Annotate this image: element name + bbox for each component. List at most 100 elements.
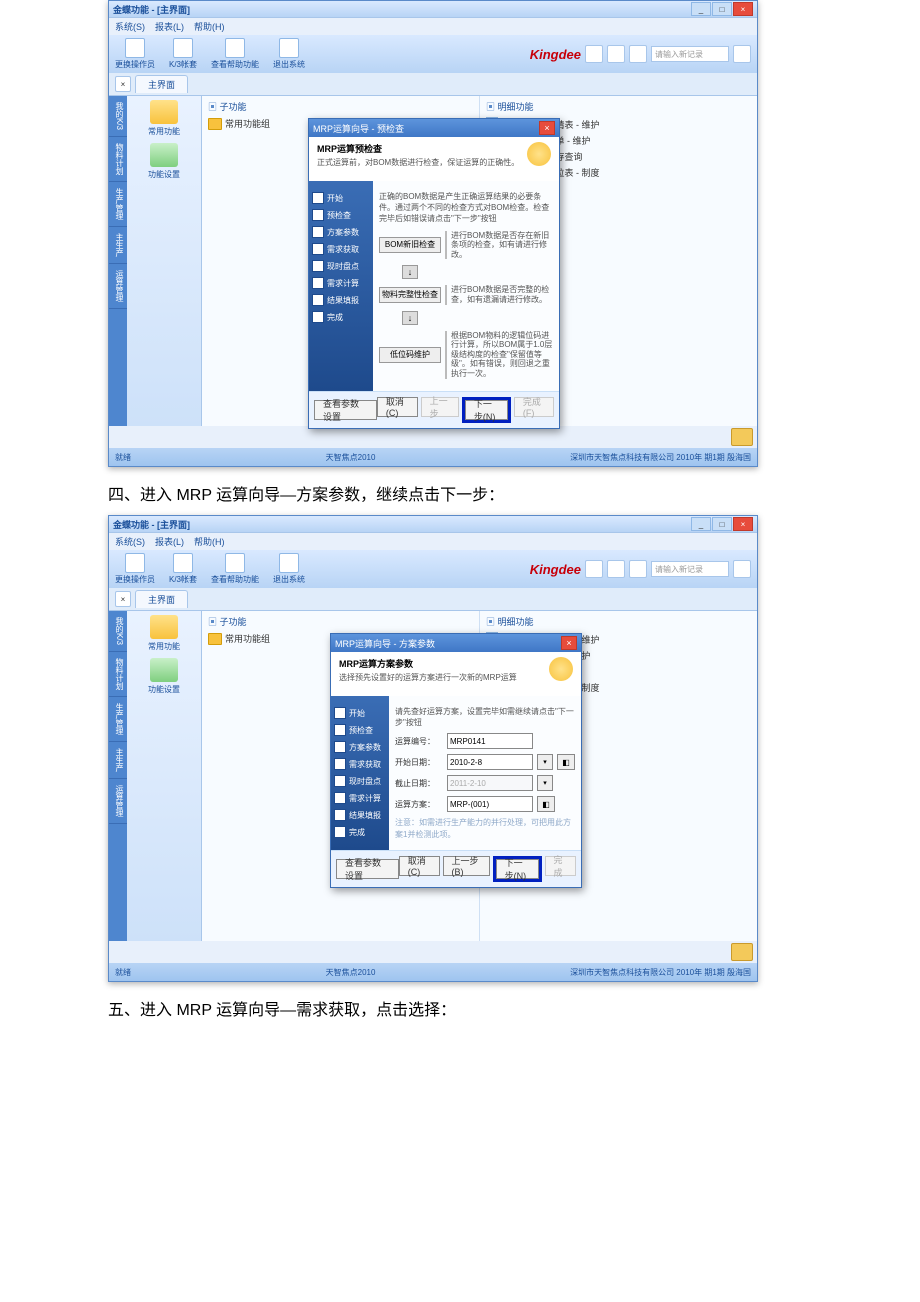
lookup-icon[interactable]: ◧ — [537, 796, 555, 812]
plan-no-label: 运算编号： — [395, 736, 443, 747]
tool-account[interactable]: K/3帐套 — [169, 553, 197, 585]
dlg2-close-icon[interactable]: × — [561, 636, 577, 650]
dlg1-title: MRP运算向导 - 预检查 — [313, 122, 404, 135]
tool-help[interactable]: 查看帮助功能 — [211, 553, 259, 585]
minimize-icon[interactable]: _ — [691, 2, 711, 16]
menu-help[interactable]: 帮助(H) — [194, 535, 225, 548]
status-center: 天智焦点2010 — [326, 967, 376, 978]
chevron-down-icon[interactable]: ▾ — [537, 754, 553, 770]
tool-exit[interactable]: 退出系统 — [273, 38, 305, 70]
brand-logo: Kingdee — [530, 562, 581, 577]
sidetab-calc[interactable]: 运算管理 — [109, 779, 127, 824]
next-button[interactable]: 下一步(N) — [465, 400, 508, 420]
menu-report[interactable]: 报表(L) — [155, 20, 184, 33]
dlg1-close-icon[interactable]: × — [539, 121, 555, 135]
wiz-step: 完成 — [334, 826, 386, 838]
chevron-down-icon[interactable]: ▾ — [537, 775, 553, 791]
go-icon[interactable] — [733, 45, 751, 63]
sidetab-matplan[interactable]: 物料计划 — [109, 137, 127, 182]
leftpanel-settings[interactable]: 功能设置 — [129, 143, 199, 180]
sidetab-prod[interactable]: 生产管理 — [109, 697, 127, 742]
refresh-icon[interactable] — [629, 560, 647, 578]
view-params-button[interactable]: 查看参数设置 — [314, 400, 377, 420]
end-date-input[interactable] — [447, 775, 533, 791]
app-title: 金蝶功能 - [主界面] — [113, 518, 691, 531]
sidetab-myk3[interactable]: 我的K/3 — [109, 611, 127, 652]
tool-switch-user[interactable]: 更换操作员 — [115, 38, 155, 70]
close-icon[interactable]: × — [733, 2, 753, 16]
exit-icon — [279, 38, 299, 58]
plan-no-input[interactable] — [447, 733, 533, 749]
view-params-button[interactable]: 查看参数设置 — [336, 859, 399, 879]
status-left: 就绪 — [115, 967, 131, 978]
leftpanel-common[interactable]: 常用功能 — [129, 100, 199, 137]
dlg2-sub: 选择预先设置好的运算方案进行一次新的MRP运算 — [339, 672, 549, 683]
wiz-step: 预检查 — [334, 724, 386, 736]
prev-button[interactable]: 上一步(B) — [443, 856, 490, 876]
search-input[interactable]: 请输入新记录 — [651, 46, 729, 62]
menu-help[interactable]: 帮助(H) — [194, 20, 225, 33]
col-detail-head: 明细功能 — [486, 100, 751, 113]
printer-icon[interactable] — [731, 428, 753, 446]
col-subfunc-head: 子功能 — [208, 100, 473, 113]
printer-icon[interactable] — [731, 943, 753, 961]
cancel-button[interactable]: 取消(C) — [377, 397, 418, 417]
arrow-down-icon: ↓ — [402, 311, 418, 325]
search-input[interactable]: 请输入新记录 — [651, 561, 729, 577]
refresh-icon[interactable] — [629, 45, 647, 63]
tool-account[interactable]: K/3帐套 — [169, 38, 197, 70]
scheme-input[interactable] — [447, 796, 533, 812]
exit-icon — [279, 553, 299, 573]
sidetab-calc[interactable]: 运算管理 — [109, 264, 127, 309]
tab-main[interactable]: 主界面 — [135, 590, 188, 608]
brand-logo: Kingdee — [530, 47, 581, 62]
prev-button[interactable]: 上一步 — [421, 397, 459, 417]
leftpanel-settings[interactable]: 功能设置 — [129, 658, 199, 695]
sidetab-mps[interactable]: 主生产 — [109, 742, 127, 779]
status-right: 深圳市天智焦点科技有限公司 2010年 期1期 殷海国 — [570, 967, 751, 978]
wiz-step: 需求计算 — [334, 792, 386, 804]
go-icon[interactable] — [733, 560, 751, 578]
tab-main[interactable]: 主界面 — [135, 75, 188, 93]
app-title: 金蝶功能 - [主界面] — [113, 3, 691, 16]
menu-report[interactable]: 报表(L) — [155, 535, 184, 548]
calendar-icon[interactable]: ◧ — [557, 754, 575, 770]
menu-system[interactable]: 系统(S) — [115, 20, 145, 33]
mail-icon[interactable] — [607, 560, 625, 578]
dlg2-hint: 注意：如需进行生产能力的并行处理，可把用此方案1并检测此项。 — [395, 817, 575, 839]
col-detail-head: 明细功能 — [486, 615, 751, 628]
maximize-icon[interactable]: □ — [712, 2, 732, 16]
sidetab-myk3[interactable]: 我的K/3 — [109, 96, 127, 137]
wiz-step: 结果填报 — [334, 809, 386, 821]
book-icon — [173, 38, 193, 58]
tabclose-icon[interactable]: × — [115, 76, 131, 92]
tool-switch-user[interactable]: 更换操作员 — [115, 553, 155, 585]
menu-system[interactable]: 系统(S) — [115, 535, 145, 548]
mail-icon[interactable] — [607, 45, 625, 63]
sidetab-mps[interactable]: 主生产 — [109, 227, 127, 264]
tool-help[interactable]: 查看帮助功能 — [211, 38, 259, 70]
maximize-icon[interactable]: □ — [712, 517, 732, 531]
folder-icon — [208, 118, 222, 130]
next-button[interactable]: 下一步(N) — [496, 859, 539, 879]
mat-check-button[interactable]: 物料完整性检查 — [379, 287, 441, 303]
sidetab-matplan[interactable]: 物料计划 — [109, 652, 127, 697]
close-icon[interactable]: × — [733, 517, 753, 531]
dlg2-title: MRP运算向导 - 方案参数 — [335, 637, 435, 650]
status-left: 就绪 — [115, 452, 131, 463]
tabclose-icon[interactable]: × — [115, 591, 131, 607]
wiz-step: 需求获取 — [334, 758, 386, 770]
tool-exit[interactable]: 退出系统 — [273, 553, 305, 585]
lowcode-button[interactable]: 低位码维护 — [379, 347, 441, 363]
scheme-label: 运算方案： — [395, 799, 443, 810]
start-date-input[interactable] — [447, 754, 533, 770]
cancel-button[interactable]: 取消(C) — [399, 856, 440, 876]
status-center: 天智焦点2010 — [326, 452, 376, 463]
minimize-icon[interactable]: _ — [691, 517, 711, 531]
wiz-step: 预检查 — [312, 209, 370, 221]
home-icon[interactable] — [585, 560, 603, 578]
sidetab-prod[interactable]: 生产管理 — [109, 182, 127, 227]
home-icon[interactable] — [585, 45, 603, 63]
leftpanel-common[interactable]: 常用功能 — [129, 615, 199, 652]
bom-check-button[interactable]: BOM新旧检查 — [379, 237, 441, 253]
